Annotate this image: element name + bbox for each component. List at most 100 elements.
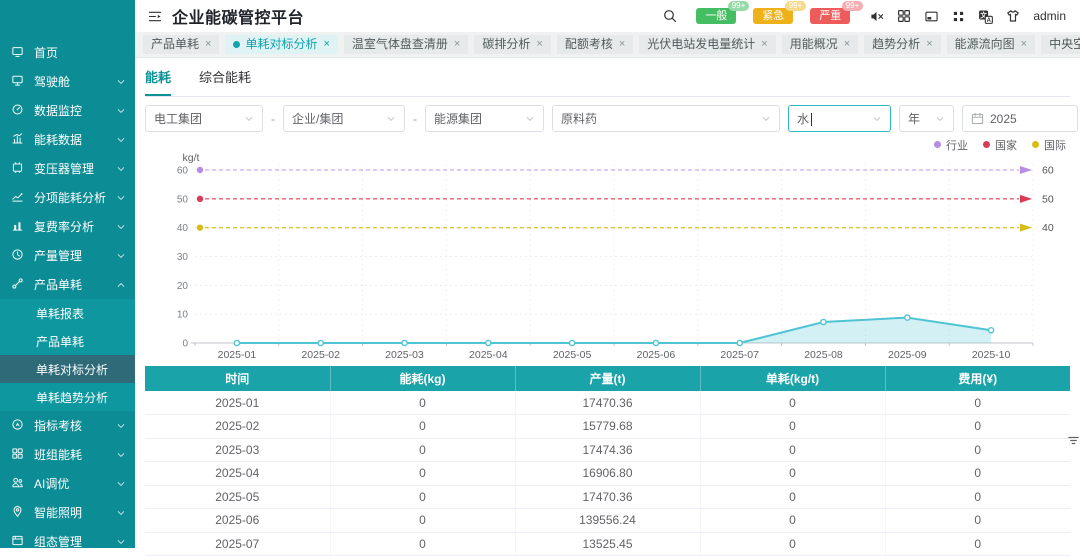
close-icon[interactable]: × bbox=[844, 35, 850, 54]
date-picker[interactable]: 2025 bbox=[962, 105, 1078, 132]
table-cell: 0 bbox=[700, 415, 885, 439]
close-icon[interactable]: × bbox=[619, 35, 625, 54]
filter-select[interactable]: 年 bbox=[899, 105, 954, 132]
sidebar-item[interactable]: 能耗数据 bbox=[0, 125, 135, 154]
chart-legend: 行业国家 国际 bbox=[145, 137, 1070, 152]
config-icon bbox=[11, 534, 26, 549]
table-cell: 0 bbox=[330, 485, 515, 509]
sidebar-item[interactable]: 变压器管理 bbox=[0, 154, 135, 183]
tab-label: 中央空调系统能效 bbox=[1049, 35, 1080, 54]
sidebar-subitem[interactable]: 产品单耗 bbox=[0, 327, 135, 355]
filter-select[interactable]: 原料药 bbox=[552, 105, 780, 132]
sidebar-item[interactable]: 产量管理 bbox=[0, 241, 135, 270]
home-icon bbox=[11, 45, 26, 61]
legend-item[interactable]: 行业 bbox=[934, 137, 968, 153]
active-tab-dot bbox=[233, 41, 240, 48]
table-cell: 0 bbox=[700, 462, 885, 486]
workspace-tab[interactable]: 单耗对标分析 × bbox=[225, 35, 337, 54]
workspace-tab[interactable]: 能源流向图× bbox=[947, 35, 1035, 54]
table-cell: 0 bbox=[700, 509, 885, 533]
workspace-tab[interactable]: 光伏电站发电量统计 × bbox=[639, 35, 775, 54]
menu-collapse-icon[interactable] bbox=[147, 10, 162, 23]
chevron-down-icon bbox=[116, 106, 126, 116]
sidebar-item[interactable]: 驾驶舱 bbox=[0, 67, 135, 96]
theme-icon[interactable] bbox=[1006, 9, 1020, 23]
rate-analysis-icon bbox=[11, 219, 26, 235]
svg-text:2025-08: 2025-08 bbox=[804, 349, 843, 361]
sidebar-item[interactable]: 组态管理 bbox=[0, 527, 135, 548]
table-row: 2025-04016906.8000 bbox=[145, 462, 1070, 486]
close-icon[interactable]: × bbox=[536, 35, 542, 54]
sidebar-item[interactable]: AI调优 bbox=[0, 469, 135, 498]
apps-icon[interactable] bbox=[897, 9, 911, 23]
workspace-tab[interactable]: 趋势分析 × bbox=[864, 35, 940, 54]
filter-select[interactable]: 水 bbox=[788, 105, 891, 132]
sidebar-item[interactable]: 班组能耗 bbox=[0, 440, 135, 469]
tab-label: 单耗对标分析 bbox=[245, 35, 317, 54]
chevron-down-icon bbox=[244, 114, 254, 124]
sidebar-item-label: 驾驶舱 bbox=[34, 73, 70, 90]
consumption-chart: 0102030405060kg/t6050402025-012025-02202… bbox=[145, 152, 1070, 364]
svg-text:2025-09: 2025-09 bbox=[888, 349, 927, 361]
search-icon[interactable] bbox=[663, 9, 677, 23]
tab-label: 趋势分析 bbox=[872, 35, 920, 54]
sidebar-item-label: AI调优 bbox=[34, 475, 69, 492]
legend-label: 国际 bbox=[1044, 137, 1066, 153]
close-icon[interactable]: × bbox=[323, 35, 329, 54]
legend-item[interactable]: 国际 bbox=[1032, 137, 1066, 153]
product-consumption-icon bbox=[11, 277, 26, 293]
chevron-down-icon bbox=[935, 114, 945, 124]
fullscreen-icon[interactable] bbox=[952, 10, 965, 23]
filter-select[interactable]: 电工集团 bbox=[145, 105, 263, 132]
user-menu[interactable]: admin bbox=[1033, 9, 1066, 23]
sidebar-item[interactable]: 指标考核 bbox=[0, 411, 135, 440]
calendar-icon bbox=[971, 112, 984, 125]
sidebar-item[interactable]: 智能照明 bbox=[0, 498, 135, 527]
sidebar-subitem[interactable]: 单耗对标分析 bbox=[0, 355, 135, 383]
sidebar-item[interactable]: 数据监控 bbox=[0, 96, 135, 125]
subtab[interactable]: 综合能耗 bbox=[199, 67, 251, 96]
screenshot-icon[interactable] bbox=[924, 10, 939, 23]
filter-select[interactable]: 企业/集团 bbox=[283, 105, 405, 132]
close-icon[interactable]: × bbox=[1021, 35, 1027, 54]
close-icon[interactable]: × bbox=[761, 35, 767, 54]
chevron-down-icon bbox=[116, 421, 126, 431]
sidebar-subitem[interactable]: 单耗报表 bbox=[0, 299, 135, 327]
sidebar-item[interactable]: 复费率分析 bbox=[0, 212, 135, 241]
workspace-tab[interactable]: 用能概况× bbox=[782, 35, 858, 54]
mute-icon[interactable] bbox=[869, 10, 884, 23]
workspace-tab[interactable]: 碳排分析 × bbox=[474, 35, 550, 54]
table-row: 2025-07013525.4500 bbox=[145, 532, 1070, 556]
tab-label: 碳排分析 bbox=[482, 35, 530, 54]
close-icon[interactable]: × bbox=[926, 35, 932, 54]
sidebar-item[interactable]: 产品单耗 bbox=[0, 270, 135, 299]
workspace-tab[interactable]: 温室气体盘查清册 × bbox=[344, 35, 468, 54]
chevron-up-icon bbox=[116, 280, 126, 290]
table-cell: 2025-05 bbox=[145, 485, 330, 509]
column-settings-icon[interactable] bbox=[1067, 434, 1080, 452]
tab-label: 光伏电站发电量统计 bbox=[647, 35, 755, 54]
svg-text:kg/t: kg/t bbox=[183, 152, 200, 164]
sidebar-item[interactable]: 首页 bbox=[0, 38, 135, 67]
table-row: 2025-01017470.3600 bbox=[145, 391, 1070, 415]
alarm-badge[interactable]: 一般99+ bbox=[696, 8, 736, 24]
app-root: 首页驾驶舱数据监控能耗数据变压器管理分项能耗分析复费率分析产量管理产品单耗单耗报… bbox=[0, 0, 1080, 548]
sidebar-subitem[interactable]: 单耗趋势分析 bbox=[0, 383, 135, 411]
subtab[interactable]: 能耗 bbox=[145, 67, 171, 96]
alarm-badge[interactable]: 紧急99+ bbox=[753, 8, 793, 24]
close-icon[interactable]: × bbox=[454, 35, 460, 54]
topbar: 企业能碳管控平台 一般99+紧急99+严重99+ 文A admin bbox=[135, 0, 1080, 32]
sidebar-item-label: 分项能耗分析 bbox=[34, 189, 106, 206]
close-icon[interactable]: × bbox=[205, 35, 211, 54]
translate-icon[interactable]: 文A bbox=[978, 9, 993, 24]
workspace-tab[interactable]: 中央空调系统能效× bbox=[1041, 35, 1080, 54]
svg-text:2025-02: 2025-02 bbox=[301, 349, 340, 361]
legend-item[interactable]: 国家 bbox=[983, 137, 1017, 153]
sidebar-item[interactable]: 分项能耗分析 bbox=[0, 183, 135, 212]
data-table-wrap: 时间能耗(kg)产量(t)单耗(kg/t)费用(¥) 2025-01017470… bbox=[145, 366, 1070, 556]
workspace-tab[interactable]: 产品单耗× bbox=[143, 35, 219, 54]
tab-label: 温室气体盘查清册 bbox=[352, 35, 448, 54]
workspace-tab[interactable]: 配额考核× bbox=[557, 35, 633, 54]
alarm-badge[interactable]: 严重99+ bbox=[810, 8, 850, 24]
filter-select[interactable]: 能源集团 bbox=[425, 105, 544, 132]
